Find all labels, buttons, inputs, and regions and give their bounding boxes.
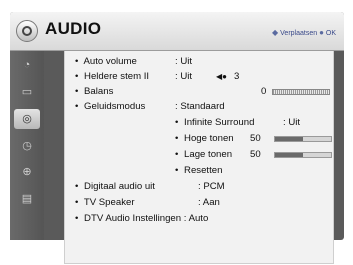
options-icon: ▤ bbox=[21, 192, 33, 205]
sidebar-item-picture[interactable]: ◔ bbox=[15, 56, 39, 74]
tv-speaker-label: TV Speaker bbox=[83, 197, 135, 208]
sidebar-item-tv[interactable]: ▭ bbox=[15, 83, 39, 101]
hoge-tonen-slider[interactable] bbox=[274, 136, 332, 142]
balans-slider[interactable] bbox=[272, 89, 330, 95]
lock-icon: ⊕ bbox=[22, 165, 32, 178]
menu-item-hoge-tonen[interactable]: Hoge tonen bbox=[175, 133, 234, 145]
menu-item-digitaal-audio[interactable]: Digitaal audio uit bbox=[75, 181, 155, 193]
infinite-surround-value: : Uit bbox=[283, 117, 301, 128]
digitaal-audio-value: : PCM bbox=[198, 181, 225, 192]
hoge-tonen-fill bbox=[275, 137, 303, 141]
sidebar-item-audio[interactable]: ◎ bbox=[14, 109, 40, 129]
menu-item-resetten[interactable]: Resetten bbox=[175, 165, 222, 177]
lage-tonen-slider[interactable] bbox=[274, 152, 332, 158]
lage-tonen-label: Lage tonen bbox=[184, 149, 233, 160]
voice-level-icon: ◀● bbox=[216, 72, 227, 81]
digitaal-audio-label: Digitaal audio uit bbox=[84, 181, 155, 192]
menu-item-geluidsmodus[interactable]: Geluidsmodus bbox=[75, 101, 145, 113]
auto-volume-label: Auto volume bbox=[83, 56, 137, 67]
infinite-surround-label: Infinite Surround bbox=[184, 117, 255, 128]
heldere-stem-label: Heldere stem II bbox=[84, 71, 150, 82]
balans-value: 0 bbox=[261, 86, 267, 97]
menu-item-heldere-stem[interactable]: Heldere stem II bbox=[75, 71, 149, 83]
menu-item-tv-speaker[interactable]: TV Speaker bbox=[75, 197, 135, 209]
menu-item-infinite-surround[interactable]: Infinite Surround bbox=[175, 117, 254, 129]
sidebar-item-lock[interactable]: ⊕ bbox=[15, 163, 39, 181]
ok-icon: ● bbox=[319, 28, 324, 37]
lage-tonen-value: 50 bbox=[250, 149, 261, 160]
category-sidebar: ◔ ▭ ◎ ◷ ⊕ ▤ bbox=[10, 51, 44, 240]
geluidsmodus-label: Geluidsmodus bbox=[84, 101, 146, 112]
page-title: AUDIO bbox=[45, 19, 102, 38]
lage-tonen-fill bbox=[275, 153, 303, 157]
auto-volume-value: : Uit bbox=[175, 56, 193, 67]
audio-header-icon bbox=[16, 20, 38, 42]
menu-header: AUDIO ◆ Verplaatsen ● OK bbox=[10, 12, 344, 51]
move-hint-label: Verplaatsen bbox=[280, 30, 318, 37]
audio-icon: ◎ bbox=[22, 112, 32, 125]
menu-item-auto-volume[interactable]: Auto volume bbox=[75, 56, 137, 68]
tv-speaker-value: : Aan bbox=[198, 197, 220, 208]
ok-hint-label: OK bbox=[325, 30, 336, 37]
picture-icon: ◔ bbox=[23, 58, 31, 71]
hoge-tonen-label: Hoge tonen bbox=[184, 133, 234, 144]
sidebar-item-time[interactable]: ◷ bbox=[15, 137, 39, 155]
geluidsmodus-value: : Standaard bbox=[175, 101, 225, 112]
sidebar-item-options[interactable]: ▤ bbox=[15, 190, 39, 208]
heldere-stem-level: 3 bbox=[234, 71, 240, 82]
resetten-label: Resetten bbox=[184, 165, 223, 176]
dtv-audio-label: DTV Audio Instellingen bbox=[84, 213, 182, 224]
tv-icon: ▭ bbox=[21, 85, 33, 98]
hoge-tonen-value: 50 bbox=[250, 133, 261, 144]
move-icon: ◆ bbox=[272, 28, 279, 37]
menu-item-dtv-audio[interactable]: DTV Audio Instellingen : Auto bbox=[75, 213, 208, 225]
menu-item-balans[interactable]: Balans bbox=[75, 86, 113, 98]
navigation-hint: ◆ Verplaatsen ● OK bbox=[272, 28, 336, 37]
menu-item-lage-tonen[interactable]: Lage tonen bbox=[175, 149, 232, 161]
audio-settings-panel: Auto volume : Uit Heldere stem II : Uit … bbox=[64, 51, 334, 264]
balans-label: Balans bbox=[84, 86, 114, 97]
heldere-stem-value: : Uit bbox=[175, 71, 193, 82]
dtv-audio-value: : Auto bbox=[183, 213, 209, 224]
clock-icon: ◷ bbox=[22, 139, 32, 152]
